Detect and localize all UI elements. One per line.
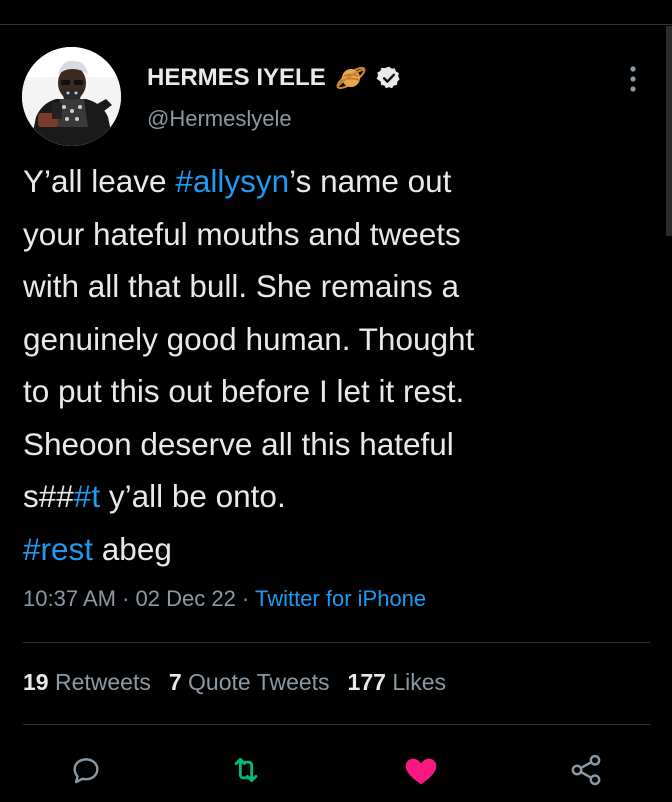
more-options-icon[interactable] [626,64,640,94]
top-divider [0,24,672,25]
quote-tweets-count: 7 [168,669,182,695]
tweet-line: your hateful mouths and tweets [23,215,461,252]
tweet-text: Y’all leave #allysyn’s name out your hate… [23,155,653,575]
hashtag-link[interactable]: #rest [23,531,93,567]
tweet-line: #rest abeg [23,523,653,576]
retweets-stat[interactable]: 19 Retweets [23,669,151,695]
display-name[interactable]: HERMES IYELE [147,64,326,92]
quote-tweets-label: Quote Tweets [188,669,330,695]
ringed-planet-icon [335,66,366,90]
divider [23,724,650,725]
tweet-stats: 19 Retweets 7 Quote Tweets 177 Likes [23,669,464,696]
retweet-button[interactable] [226,750,266,790]
tweet-text-segment: Y’all leave [23,163,176,199]
tweet-line: s###t y’all be onto. [23,470,653,523]
tweet-text-segment: abeg [93,530,172,567]
avatar[interactable] [22,47,121,146]
avatar-photo [22,47,121,146]
user-handle[interactable]: @Hermeslyele [147,106,292,132]
tweet-line: Sheoon deserve all this hateful [23,425,454,462]
hashtag-link[interactable]: #allysyn [175,163,289,199]
tweet-time[interactable]: 10:37 AM [23,586,116,611]
likes-label: Likes [392,669,447,695]
name-row: HERMES IYELE [147,62,402,94]
tweet-text-segment: ’s name out [289,163,452,199]
divider [23,642,650,643]
meta-separator: · [115,586,136,611]
share-button[interactable] [566,750,606,790]
verified-badge-icon [376,66,400,89]
likes-stat[interactable]: 177 Likes [348,669,446,695]
retweets-label: Retweets [54,669,151,695]
reply-button[interactable] [66,750,106,790]
tweet-text-segment: y’all be onto. [100,478,286,514]
hashtag-link[interactable]: #t [74,478,100,514]
tweet-line: Y’all leave #allysyn’s name out [23,155,653,208]
retweets-count: 19 [23,669,49,695]
like-button[interactable] [401,750,441,790]
tweet-source[interactable]: Twitter for iPhone [255,586,426,611]
tweet-line: with all that bull. She remains a [23,268,459,304]
tweet-text-segment: s## [23,478,74,514]
tweet-meta: 10:37 AM · 02 Dec 22 · Twitter for iPhon… [23,586,426,612]
share-icon [571,754,601,786]
reply-icon [73,758,99,784]
likes-count: 177 [347,669,386,695]
tweet-date[interactable]: 02 Dec 22 [136,586,236,611]
tweet-line: to put this out before I let it rest. [23,373,465,409]
tweet-line: genuinely good human. Thought [23,320,475,357]
scrollbar[interactable] [666,26,672,236]
heart-icon [405,758,437,785]
meta-separator: · [235,586,255,611]
quote-tweets-stat[interactable]: 7 Quote Tweets [169,669,330,695]
retweet-icon [234,757,258,783]
